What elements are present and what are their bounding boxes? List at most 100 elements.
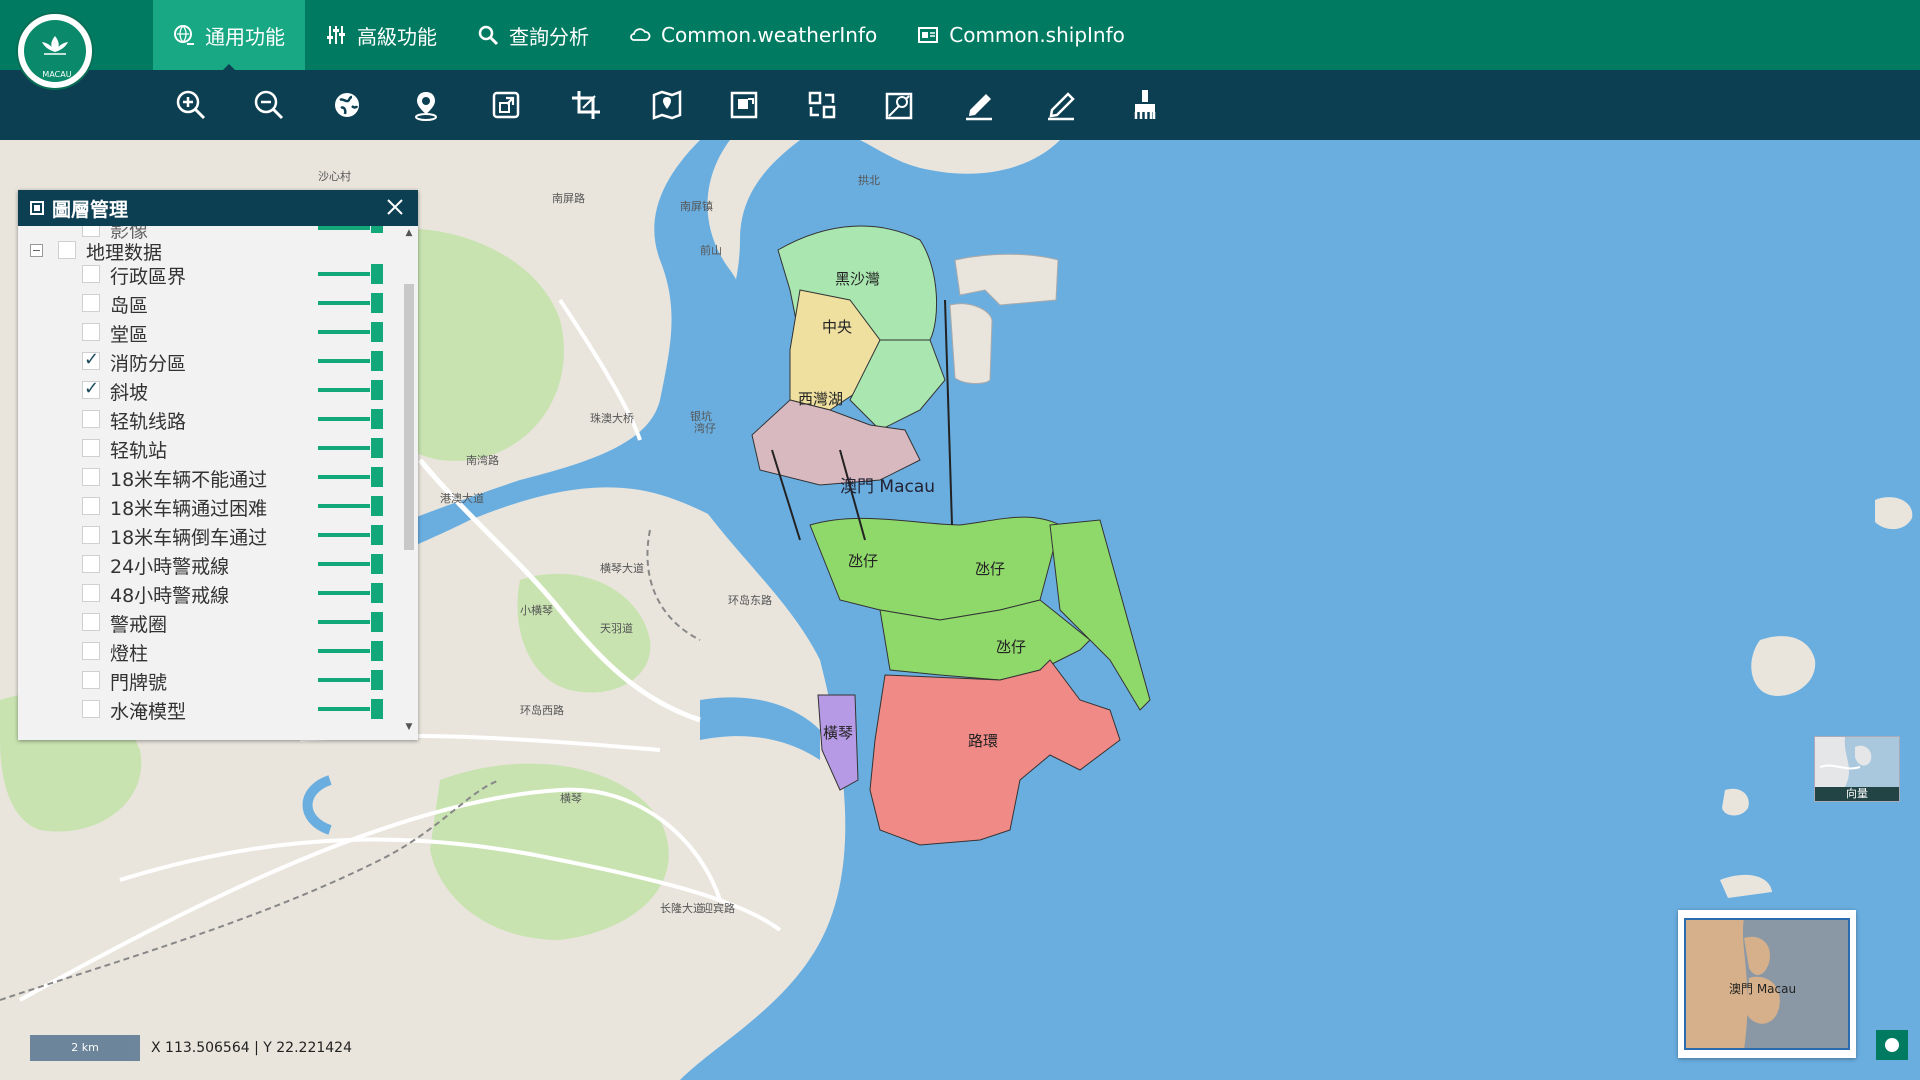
- frame-icon[interactable]: [725, 86, 763, 124]
- opacity-slider-handle[interactable]: [371, 351, 383, 371]
- layer-checkbox[interactable]: ✓: [82, 380, 100, 399]
- layer-row[interactable]: 轻轨线路: [18, 405, 400, 434]
- menu-ship-info[interactable]: Common.shipInfo: [897, 0, 1145, 70]
- group-checkbox[interactable]: [58, 241, 76, 259]
- opacity-slider-handle[interactable]: [371, 612, 383, 632]
- menu-advanced-functions[interactable]: 高級功能: [305, 0, 457, 70]
- layer-checkbox[interactable]: [82, 497, 100, 515]
- eraser-pencil-icon[interactable]: [1042, 86, 1080, 124]
- layer-checkbox[interactable]: [82, 671, 100, 689]
- opacity-slider-handle[interactable]: [371, 554, 383, 574]
- layer-checkbox[interactable]: [82, 468, 100, 486]
- opacity-slider[interactable]: [318, 678, 370, 682]
- opacity-slider[interactable]: [318, 504, 370, 508]
- layer-checkbox[interactable]: [82, 410, 100, 428]
- opacity-slider[interactable]: [318, 330, 370, 334]
- opacity-slider[interactable]: [318, 475, 370, 479]
- layer-row[interactable]: 燈柱: [18, 637, 400, 666]
- scroll-down-arrow[interactable]: ▼: [404, 722, 414, 732]
- layer-row[interactable]: 18米车辆不能通过: [18, 463, 400, 492]
- layer-checkbox[interactable]: [82, 439, 100, 457]
- swap-icon[interactable]: [803, 86, 841, 124]
- opacity-slider[interactable]: [318, 562, 370, 566]
- opacity-slider-handle[interactable]: [371, 226, 383, 233]
- layer-checkbox[interactable]: [82, 265, 100, 283]
- layer-checkbox[interactable]: ✓: [82, 351, 100, 370]
- basemap-label: 向量: [1815, 787, 1899, 801]
- opacity-slider-handle[interactable]: [371, 583, 383, 603]
- layer-checkbox[interactable]: [82, 294, 100, 312]
- opacity-slider[interactable]: [318, 301, 370, 305]
- opacity-slider-handle[interactable]: [371, 322, 383, 342]
- menu-weather-info[interactable]: Common.weatherInfo: [609, 0, 897, 70]
- opacity-slider-handle[interactable]: [371, 409, 383, 429]
- collapse-toggle[interactable]: [30, 244, 43, 257]
- opacity-slider[interactable]: [318, 707, 370, 711]
- layer-checkbox[interactable]: [82, 642, 100, 660]
- extent-icon[interactable]: [487, 86, 525, 124]
- opacity-slider[interactable]: [318, 417, 370, 421]
- opacity-slider[interactable]: [318, 446, 370, 450]
- scroll-up-arrow[interactable]: ▲: [404, 228, 414, 238]
- opacity-slider[interactable]: [318, 272, 370, 276]
- map-book-icon[interactable]: [648, 86, 686, 124]
- opacity-slider[interactable]: [318, 649, 370, 653]
- menu-query-analysis[interactable]: 查詢分析: [457, 0, 609, 70]
- layer-row[interactable]: 岛區: [18, 289, 400, 318]
- opacity-slider[interactable]: [318, 533, 370, 537]
- menu-general-functions[interactable]: 通用功能: [153, 0, 305, 70]
- menu-label: Common.shipInfo: [949, 23, 1125, 47]
- minimap-view: 澳門 Macau: [1684, 918, 1850, 1050]
- opacity-slider-handle[interactable]: [371, 264, 383, 284]
- opacity-slider-handle[interactable]: [371, 467, 383, 487]
- layer-row[interactable]: 18米车辆倒车通过: [18, 521, 400, 550]
- layer-row[interactable]: 24小時警戒線: [18, 550, 400, 579]
- opacity-slider-handle[interactable]: [371, 699, 383, 719]
- opacity-slider-handle[interactable]: [371, 525, 383, 545]
- opacity-slider-handle[interactable]: [371, 641, 383, 661]
- layer-checkbox[interactable]: [82, 323, 100, 341]
- opacity-slider[interactable]: [318, 591, 370, 595]
- layer-row[interactable]: 堂區: [18, 318, 400, 347]
- close-icon[interactable]: [384, 196, 406, 218]
- overview-minimap[interactable]: 澳門 Macau: [1678, 910, 1856, 1058]
- layer-row[interactable]: ✓ 消防分區: [18, 347, 400, 376]
- opacity-slider-handle[interactable]: [371, 380, 383, 400]
- ruler-pencil-icon[interactable]: [960, 86, 998, 124]
- layer-row[interactable]: 18米车辆通过困难: [18, 492, 400, 521]
- opacity-slider[interactable]: [318, 226, 370, 230]
- layer-row[interactable]: ✓ 斜坡: [18, 376, 400, 405]
- opacity-slider[interactable]: [318, 388, 370, 392]
- layer-row[interactable]: 警戒圈: [18, 608, 400, 637]
- layer-checkbox[interactable]: [82, 700, 100, 718]
- basemap-switch-button[interactable]: 向量: [1814, 736, 1900, 802]
- zoom-in-icon[interactable]: [172, 86, 210, 124]
- map-info-button[interactable]: [1876, 1030, 1908, 1060]
- zoom-out-icon[interactable]: [250, 86, 288, 124]
- place-label: 天羽道: [600, 622, 633, 635]
- layer-row[interactable]: 門牌號: [18, 666, 400, 695]
- layer-row[interactable]: 48小時警戒線: [18, 579, 400, 608]
- map-pin-icon[interactable]: [407, 86, 445, 124]
- layer-label: 轻轨站: [110, 440, 168, 462]
- opacity-slider[interactable]: [318, 359, 370, 363]
- layer-checkbox[interactable]: [82, 613, 100, 631]
- layer-label: 岛區: [110, 295, 149, 317]
- opacity-slider-handle[interactable]: [371, 293, 383, 313]
- clear-brush-icon[interactable]: [1126, 86, 1164, 124]
- crop-icon[interactable]: [567, 86, 605, 124]
- opacity-slider-handle[interactable]: [371, 438, 383, 458]
- opacity-slider[interactable]: [318, 620, 370, 624]
- layer-checkbox[interactable]: [82, 526, 100, 544]
- scrollbar-thumb[interactable]: [404, 284, 414, 550]
- layer-row[interactable]: 行政區界: [18, 260, 400, 289]
- globe-icon[interactable]: [328, 86, 366, 124]
- layer-checkbox[interactable]: [82, 555, 100, 573]
- opacity-slider-handle[interactable]: [371, 496, 383, 516]
- layer-row[interactable]: 轻轨站: [18, 434, 400, 463]
- measure-map-icon[interactable]: [880, 86, 918, 124]
- opacity-slider-handle[interactable]: [371, 670, 383, 690]
- cursor-coordinates: X 113.506564 | Y 22.221424: [151, 1040, 352, 1056]
- layer-row[interactable]: 水淹模型: [18, 695, 400, 724]
- layer-checkbox[interactable]: [82, 584, 100, 602]
